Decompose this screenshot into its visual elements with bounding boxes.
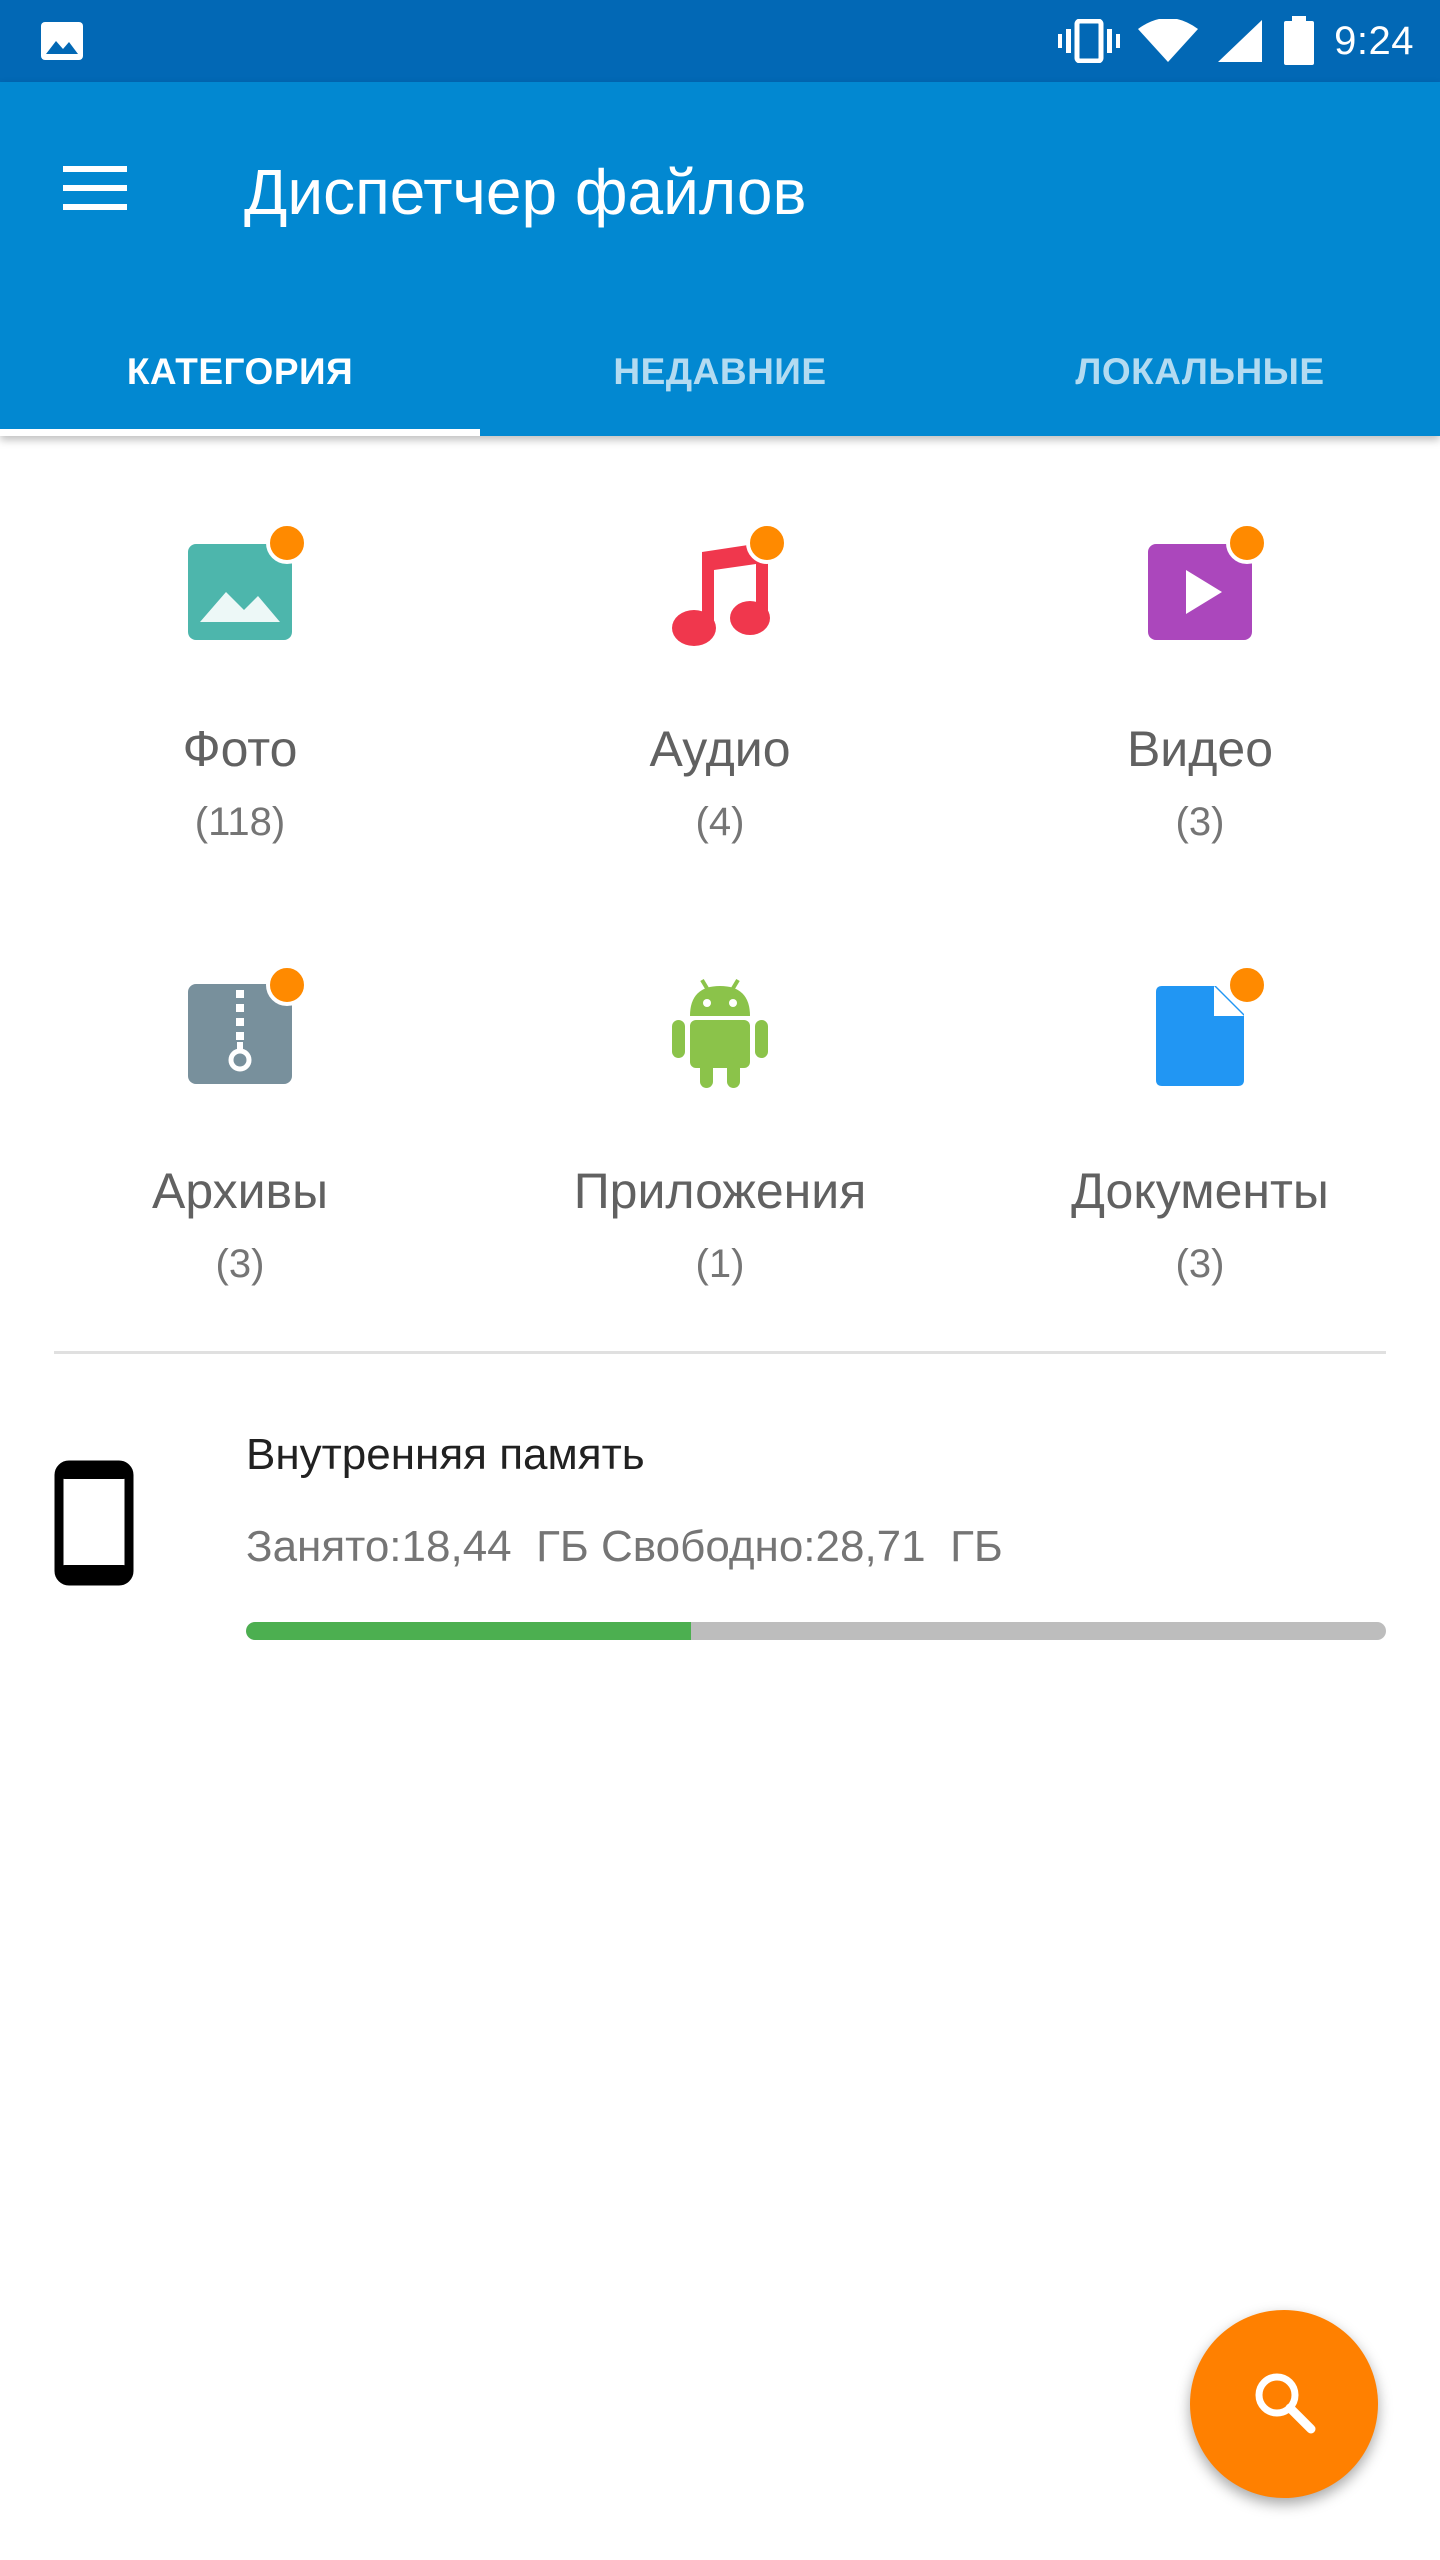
signal-icon — [1216, 18, 1264, 64]
android-icon — [660, 972, 780, 1092]
new-badge — [266, 522, 308, 564]
category-video[interactable]: Видео (3) — [960, 480, 1440, 900]
category-name: Видео — [1126, 721, 1274, 777]
hamburger-menu-icon — [63, 165, 127, 215]
tab-category[interactable]: КАТЕГОРИЯ — [0, 308, 480, 436]
storage-usage-bar-fill — [246, 1622, 691, 1640]
photo-icon — [180, 522, 308, 650]
storage-usage-bar — [246, 1622, 1386, 1640]
category-archives[interactable]: Архивы (3) — [0, 922, 480, 1342]
storage-usage-text: Занято:18,44 ГБ Свободно:28,71 ГБ — [246, 1522, 1003, 1571]
archive-zip-icon — [180, 964, 308, 1092]
category-count: (118) — [194, 800, 286, 844]
music-note-icon — [660, 522, 788, 650]
phone-icon — [54, 1460, 134, 1586]
new-badge — [1226, 964, 1268, 1006]
video-play-icon — [1140, 522, 1268, 650]
storage-title: Внутренняя память — [246, 1430, 645, 1479]
new-badge — [266, 964, 308, 1006]
category-name: Архивы — [151, 1163, 329, 1219]
new-badge — [1226, 522, 1268, 564]
category-count: (3) — [1175, 800, 1225, 844]
status-bar: 9:24 — [0, 0, 1440, 82]
category-count: (3) — [215, 1242, 265, 1286]
document-icon — [1140, 964, 1268, 1092]
category-audio[interactable]: Аудио (4) — [480, 480, 960, 900]
app-bar: Диспетчер файлов КАТЕГОРИЯ НЕДАВНИЕ ЛОКА… — [0, 82, 1440, 436]
tab-bar: КАТЕГОРИЯ НЕДАВНИЕ ЛОКАЛЬНЫЕ — [0, 308, 1440, 436]
battery-icon — [1282, 16, 1316, 66]
category-apps[interactable]: Приложения (1) — [480, 922, 960, 1342]
search-fab[interactable] — [1190, 2310, 1378, 2498]
clock: 9:24 — [1334, 18, 1414, 63]
app-title: Диспетчер файлов — [244, 156, 807, 228]
tab-recent[interactable]: НЕДАВНИЕ — [480, 308, 960, 436]
category-documents[interactable]: Документы (3) — [960, 922, 1440, 1342]
category-count: (3) — [1175, 1242, 1225, 1286]
wifi-icon — [1138, 19, 1199, 63]
vibrate-icon — [1058, 19, 1121, 63]
menu-button[interactable] — [30, 140, 160, 240]
tab-local[interactable]: ЛОКАЛЬНЫЕ — [960, 308, 1440, 436]
category-name: Фото — [182, 721, 298, 777]
category-name: Аудио — [649, 721, 791, 777]
category-name: Приложения — [573, 1163, 867, 1219]
category-count: (4) — [695, 800, 745, 844]
category-name: Документы — [1071, 1163, 1329, 1219]
search-icon — [1249, 2367, 1319, 2442]
new-badge — [746, 522, 788, 564]
internal-storage-item[interactable]: Внутренняя память Занято:18,44 ГБ Свобод… — [0, 1380, 1440, 1680]
divider — [54, 1351, 1386, 1354]
category-count: (1) — [695, 1242, 745, 1286]
image-notification-icon — [40, 21, 84, 61]
category-photo[interactable]: Фото (118) — [0, 480, 480, 900]
